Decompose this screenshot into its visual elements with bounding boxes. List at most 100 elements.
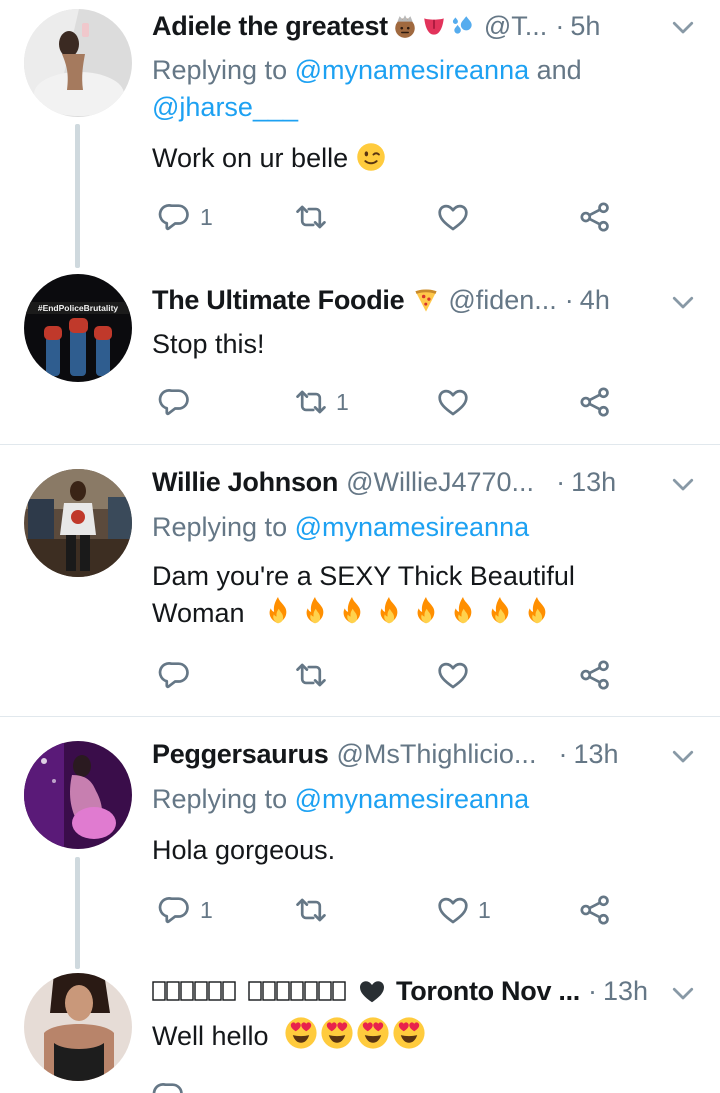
fire-emoji-icon (262, 595, 294, 627)
like-button[interactable] (436, 200, 478, 234)
tweet-text-body: Hola gorgeous. (152, 835, 336, 865)
mention-link[interactable]: @mynamesireanna (295, 55, 530, 85)
tweet-actions: 1 (152, 200, 622, 240)
tweet-text: Stop this! (152, 326, 680, 363)
handle[interactable]: @fiden... (448, 285, 556, 316)
tweet-willie-johnson[interactable]: Willie Johnson @WillieJ4770... · 13h Rep… (0, 445, 720, 716)
avatar[interactable] (24, 9, 132, 117)
separator-dot: · (555, 10, 565, 41)
display-name[interactable]: Adiele the greatest (152, 11, 388, 42)
thread-line (75, 124, 80, 268)
retweet-icon (294, 385, 328, 419)
tweet-text: Well hello (152, 1016, 680, 1055)
like-button[interactable] (436, 385, 478, 419)
mention-link[interactable]: @jharse___ (152, 92, 298, 122)
separator-dot: · (587, 975, 597, 1006)
retweet-icon (294, 893, 328, 927)
retweet-button[interactable] (294, 893, 336, 927)
replying-to: Replying to @mynamesireanna (152, 781, 690, 818)
tweet-header: Adiele the greatest @T... · 5h (152, 6, 696, 46)
replying-and: and (529, 55, 582, 85)
share-icon (578, 385, 612, 419)
tweet-text-line: Dam you're a SEXY Thick Beautiful (152, 561, 575, 591)
retweet-button[interactable] (294, 658, 336, 692)
separator-dot: · (556, 466, 566, 497)
display-name[interactable]: The Ultimate Foodie (152, 285, 405, 316)
chevron-down-icon[interactable] (668, 741, 698, 771)
black-heart-icon (360, 981, 384, 1003)
share-button[interactable] (578, 658, 612, 692)
display-name[interactable]: Peggersaurus (152, 739, 329, 770)
avatar[interactable] (24, 741, 132, 849)
tweet-text: Work on ur belle (152, 140, 680, 177)
chevron-down-icon[interactable] (668, 978, 698, 1008)
fire-emoji-icon (299, 595, 331, 627)
tweet-actions: 1 1 (152, 893, 622, 933)
heart-eyes-emojis (277, 1021, 427, 1051)
heart-eyes-emoji-icon (284, 1016, 318, 1050)
stylized-name-glyphs[interactable] (152, 976, 388, 1006)
tweet-ultimate-foodie[interactable]: #EndPoliceBrutality The Ultimate Foodie … (0, 265, 720, 444)
timestamp[interactable]: 13h (573, 739, 618, 770)
reply-button[interactable]: 1 (158, 200, 213, 234)
tweet-text-body: Work on ur belle (152, 143, 349, 173)
share-icon (578, 893, 612, 927)
retweet-icon (294, 658, 328, 692)
reply-button[interactable] (158, 658, 200, 692)
reply-icon (152, 1079, 186, 1093)
timestamp[interactable]: 5h (570, 11, 600, 42)
display-name[interactable]: Toronto Nov ... (396, 976, 580, 1007)
chevron-down-icon[interactable] (668, 469, 698, 499)
display-name[interactable]: Willie Johnson (152, 467, 338, 498)
timestamp[interactable]: 13h (603, 976, 648, 1007)
mention-link[interactable]: @mynamesireanna (295, 512, 530, 542)
next-actions-partial (152, 1079, 192, 1093)
share-button[interactable] (578, 893, 612, 927)
retweet-count: 1 (336, 388, 349, 415)
heart-eyes-emoji-icon (320, 1016, 354, 1050)
fire-emoji-icon (521, 595, 553, 627)
reply-count: 1 (200, 203, 213, 230)
tweet-text: Hola gorgeous. (152, 832, 680, 869)
handle[interactable]: @MsThighlicio... (336, 739, 536, 770)
like-button[interactable]: 1 (436, 893, 491, 927)
share-icon (578, 658, 612, 692)
heart-eyes-emoji-icon (356, 1016, 390, 1050)
pizza-emoji-icon (412, 286, 440, 314)
retweet-button[interactable] (294, 200, 336, 234)
fire-emoji-icon (410, 595, 442, 627)
handle[interactable]: @WillieJ4770... (346, 467, 534, 498)
handle[interactable]: @T... (484, 11, 547, 42)
timestamp[interactable]: 13h (571, 467, 616, 498)
heart-eyes-emoji-icon (392, 1016, 426, 1050)
tweet-peggersaurus[interactable]: Peggersaurus @MsThighlicio... · 13h Repl… (0, 717, 720, 969)
timestamp[interactable]: 4h (580, 285, 610, 316)
fire-emojis (255, 598, 554, 628)
mention-link[interactable]: @mynamesireanna (295, 784, 530, 814)
avatar[interactable] (24, 973, 132, 1081)
reply-button[interactable]: 1 (158, 893, 213, 927)
like-button[interactable] (436, 658, 478, 692)
tweet-text-body: Stop this! (152, 329, 265, 359)
share-button[interactable] (578, 200, 612, 234)
avatar[interactable]: #EndPoliceBrutality (24, 274, 132, 382)
name-emojis (392, 13, 476, 39)
tweet-toronto-nov[interactable]: Toronto Nov ... · 13h Well hello (0, 967, 720, 1093)
tweet-adiele[interactable]: Adiele the greatest @T... · 5h Replying … (0, 0, 720, 268)
separator-dot: · (558, 738, 568, 769)
reply-button[interactable] (158, 385, 200, 419)
reply-icon (158, 658, 192, 692)
chevron-down-icon[interactable] (668, 287, 698, 317)
reply-icon (158, 385, 192, 419)
heart-icon (436, 385, 470, 419)
reply-icon (158, 893, 192, 927)
retweet-button[interactable]: 1 (294, 385, 349, 419)
replying-to: Replying to @mynamesireanna and @jharse_… (152, 52, 690, 126)
fire-emoji-icon (336, 595, 368, 627)
retweet-icon (294, 200, 328, 234)
reply-count: 1 (200, 896, 213, 923)
tweet-header: The Ultimate Foodie @fiden... · 4h (152, 280, 696, 320)
avatar[interactable] (24, 469, 132, 577)
share-button[interactable] (578, 385, 612, 419)
chevron-down-icon[interactable] (668, 12, 698, 42)
